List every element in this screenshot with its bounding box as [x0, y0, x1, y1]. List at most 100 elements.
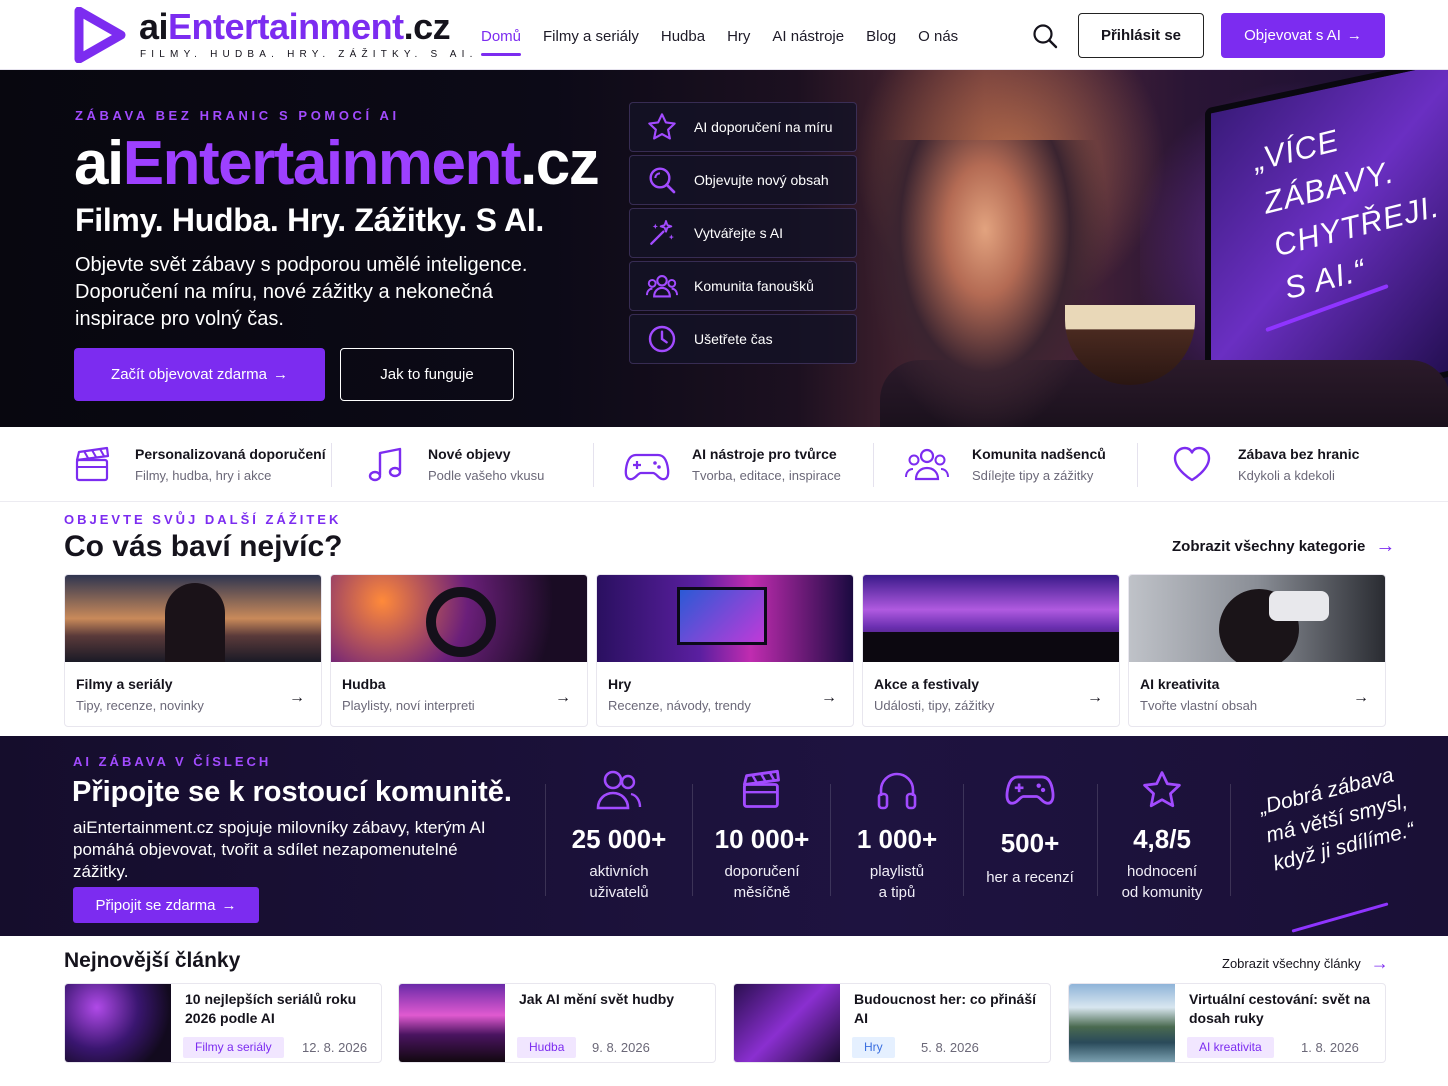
article-card[interactable]: Budoucnost her: co přináší AI Hry 5. 8. … — [733, 983, 1051, 1063]
benefit-title: AI nástroje pro tvůrce — [692, 446, 837, 462]
sparkles-icon — [630, 217, 694, 249]
category-card-music[interactable]: Hudba Playlisty, noví interpreti → — [330, 574, 588, 727]
arrow-right-icon: → — [1087, 689, 1103, 706]
feature-create[interactable]: Vytvářejte s AI — [629, 208, 857, 258]
explore-ai-button[interactable]: Objevovat s AI → — [1221, 13, 1385, 58]
nav-movies[interactable]: Filmy a seriály — [543, 28, 639, 45]
start-free-button[interactable]: Začít objevovat zdarma → — [74, 348, 325, 401]
nav-about[interactable]: O nás — [918, 28, 958, 45]
feature-community[interactable]: Komunita fanoušků — [629, 261, 857, 311]
benefit-title: Zábava bez hranic — [1238, 446, 1360, 462]
category-card-events[interactable]: Akce a festivaly Události, tipy, zážitky… — [862, 574, 1120, 727]
article-thumbnail — [734, 984, 840, 1062]
article-title: Budoucnost her: co přináší AI — [854, 991, 1037, 1026]
hero-feature-list: AI doporučení na míru Objevujte nový obs… — [629, 102, 857, 367]
arrow-right-icon: → — [1353, 689, 1369, 706]
stat-value: 4,8/5 — [1133, 824, 1191, 854]
stat-value: 1 000+ — [856, 824, 938, 854]
benefit-subtitle: Tvorba, editace, inspirace — [692, 468, 841, 483]
feature-label: Ušetřete čas — [694, 331, 773, 347]
stats-section: AI ZÁBAVA V ČÍSLECH Připojte se k rostou… — [0, 736, 1448, 936]
stat-divider — [545, 784, 546, 896]
category-subtitle: Tipy, recenze, novinky — [76, 698, 204, 713]
article-card[interactable]: 10 nejlepších seriálů roku 2026 podle AI… — [64, 983, 382, 1063]
join-free-label: Připojit se zdarma — [95, 896, 216, 914]
all-categories-label: Zobrazit všechny kategorie — [1172, 538, 1366, 555]
category-subtitle: Události, tipy, zážitky — [874, 698, 995, 713]
search-icon[interactable] — [1031, 22, 1059, 50]
nav-blog[interactable]: Blog — [866, 28, 896, 45]
logo-tagline: FILMY. HUDBA. HRY. ZÁŽITKY. S AI. — [140, 49, 478, 60]
article-title: 10 nejlepších seriálů roku 2026 podle AI — [185, 991, 357, 1026]
login-button[interactable]: Přihlásit se — [1078, 13, 1204, 58]
feature-label: Vytvářejte s AI — [694, 225, 783, 241]
stat-recommendations: 10 000+ doporučení měsíčně — [693, 768, 831, 903]
all-articles-link[interactable]: Zobrazit všechny články → — [1222, 953, 1389, 974]
article-date: 5. 8. 2026 — [921, 1040, 979, 1055]
category-card-ai-creativity[interactable]: AI kreativita Tvořte vlastní obsah → — [1128, 574, 1386, 727]
feature-save-time[interactable]: Ušetřete čas — [629, 314, 857, 364]
arrow-right-icon: → — [1375, 535, 1396, 557]
benefit-divider — [331, 443, 332, 487]
benefit-unlimited: Zábava bez hranic Kdykoli a kdekoli — [1172, 427, 1359, 502]
feature-label: AI doporučení na míru — [694, 119, 833, 135]
nav-ai-tools[interactable]: AI nástroje — [772, 28, 844, 45]
main-nav: Domů Filmy a seriály Hudba Hry AI nástro… — [481, 28, 980, 56]
category-name: AI kreativita — [1140, 676, 1220, 692]
categories-eyebrow: OBJEVTE SVŮJ DALŠÍ ZÁŽITEK — [64, 512, 342, 527]
benefit-new-discoveries: Nové objevy Podle vašeho vkusu — [366, 427, 544, 502]
nav-music[interactable]: Hudba — [661, 28, 705, 45]
explore-ai-label: Objevovat s AI — [1244, 27, 1341, 44]
hero-description: Objevte svět zábavy s podporou umělé int… — [75, 254, 528, 330]
feature-discover[interactable]: Objevujte nový obsah — [629, 155, 857, 205]
feature-ai-recommendation[interactable]: AI doporučení na míru — [629, 102, 857, 152]
category-name: Akce a festivaly — [874, 676, 980, 692]
category-card-games[interactable]: Hry Recenze, návody, trendy → — [596, 574, 854, 727]
benefit-ai-tools: AI nástroje pro tvůrce Tvorba, editace, i… — [624, 427, 841, 502]
article-date: 12. 8. 2026 — [302, 1040, 368, 1055]
category-name: Hry — [608, 676, 632, 692]
category-subtitle: Playlisty, noví interpreti — [342, 698, 475, 713]
article-date: 9. 8. 2026 — [592, 1040, 650, 1055]
community-icon — [630, 270, 694, 302]
benefit-divider — [1137, 443, 1138, 487]
category-image-events — [863, 575, 1119, 662]
category-name: Filmy a seriály — [76, 676, 173, 692]
how-it-works-button[interactable]: Jak to funguje — [340, 348, 514, 401]
stats-eyebrow: AI ZÁBAVA V ČÍSLECH — [73, 754, 272, 769]
hero-title: aiEntertainment.cz — [74, 129, 600, 198]
stat-label: playlistů a tipů — [869, 863, 925, 901]
nav-home[interactable]: Domů — [481, 28, 522, 56]
article-date: 1. 8. 2026 — [1301, 1040, 1359, 1055]
arrow-right-icon: → — [221, 896, 237, 914]
article-tag[interactable]: Hry — [852, 1037, 895, 1058]
all-categories-link[interactable]: Zobrazit všechny kategorie → — [1172, 535, 1395, 558]
article-card[interactable]: Jak AI mění svět hudby Hudba 9. 8. 2026 — [398, 983, 716, 1063]
arrow-right-icon: → — [289, 689, 305, 706]
nav-games[interactable]: Hry — [727, 28, 750, 45]
join-free-button[interactable]: Připojit se zdarma → — [73, 887, 259, 923]
arrow-right-icon: → — [1346, 27, 1362, 44]
search-icon — [630, 164, 694, 196]
article-tag[interactable]: Filmy a seriály — [183, 1037, 284, 1058]
categories-title: Co vás baví nejvíc? — [64, 530, 343, 563]
logo-wordmark[interactable]: aiEntertainment.cz — [139, 6, 451, 48]
article-tag[interactable]: Hudba — [517, 1037, 577, 1058]
star-icon — [1093, 768, 1231, 812]
stat-games: 500+ her a recenzí — [961, 768, 1099, 888]
category-image-games — [597, 575, 853, 662]
benefit-community: Komunita nadšenců Sdílejte tipy a zážitky — [904, 427, 1106, 502]
gamepad-icon — [624, 453, 670, 480]
benefit-subtitle: Filmy, hudba, hry i akce — [135, 468, 272, 483]
category-card-movies[interactable]: Filmy a seriály Tipy, recenze, novinky → — [64, 574, 322, 727]
feature-label: Objevujte nový obsah — [694, 172, 829, 188]
article-card[interactable]: Virtuální cestování: svět na dosah ruky … — [1068, 983, 1386, 1063]
hero-section: ZÁBAVA BEZ HRANIC S POMOCÍ AI aiEntertai… — [0, 70, 1448, 427]
stats-title: Připojte se k rostoucí komunitě. — [72, 776, 512, 808]
stat-rating: 4,8/5 hodnocení od komunity — [1093, 768, 1231, 903]
category-image-movies — [65, 575, 321, 662]
all-articles-label: Zobrazit všechny články — [1222, 956, 1361, 971]
article-tag[interactable]: AI kreativita — [1187, 1037, 1274, 1058]
community-quote: „Dobrá zábava má větší smysl, když ji sd… — [1256, 763, 1417, 876]
play-logo-icon[interactable] — [73, 7, 127, 63]
